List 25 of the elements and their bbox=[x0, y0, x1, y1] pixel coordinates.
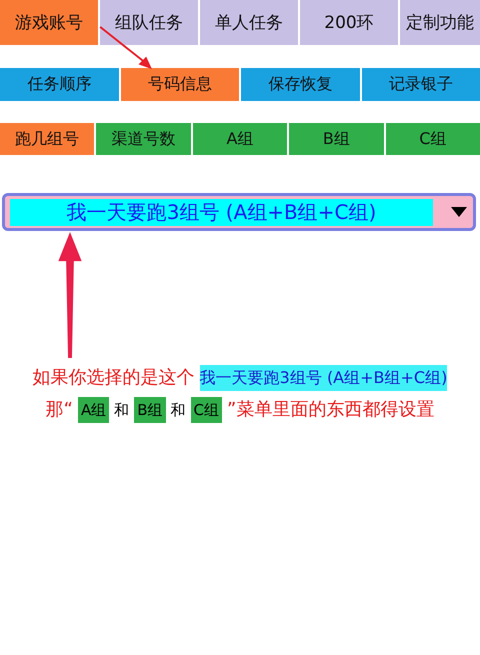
tab[interactable]: 跑几组号 bbox=[0, 123, 94, 155]
tab[interactable]: A组 bbox=[192, 123, 288, 155]
tab[interactable]: 定制功能 bbox=[400, 0, 480, 45]
tab[interactable]: 渠道号数 bbox=[96, 123, 191, 155]
tab[interactable]: 记录银子 bbox=[362, 68, 480, 101]
tab[interactable]: 任务顺序 bbox=[0, 68, 118, 101]
annotation-text: ”菜单里面的东西都得设置 bbox=[227, 398, 434, 422]
tab[interactable]: C组 bbox=[386, 123, 480, 155]
tag-label: A组 bbox=[78, 397, 110, 423]
annotation-text: 那“ bbox=[46, 398, 73, 422]
tab[interactable]: 保存恢复 bbox=[241, 68, 360, 101]
tab[interactable]: 组队任务 bbox=[100, 0, 198, 45]
tab[interactable]: B组 bbox=[289, 123, 384, 155]
tab[interactable]: 号码信息 bbox=[120, 68, 239, 101]
caret-icon bbox=[451, 207, 467, 217]
annotation-text: 如果你选择的是这个 bbox=[32, 366, 195, 390]
dropdown-value: 我一天要跑3组号 (A组+B组+C组) bbox=[10, 198, 433, 226]
annotation-text: 和 bbox=[114, 400, 130, 421]
dropdown[interactable]: 我一天要跑3组号 (A组+B组+C组) bbox=[2, 193, 476, 231]
tag-label: C组 bbox=[190, 397, 222, 423]
tab[interactable]: 单人任务 bbox=[200, 0, 298, 45]
tab[interactable]: 游戏账号 bbox=[0, 0, 98, 45]
tag-label: B组 bbox=[134, 397, 166, 423]
annotation-text: 和 bbox=[170, 400, 186, 421]
tab[interactable]: 200环 bbox=[300, 0, 398, 45]
